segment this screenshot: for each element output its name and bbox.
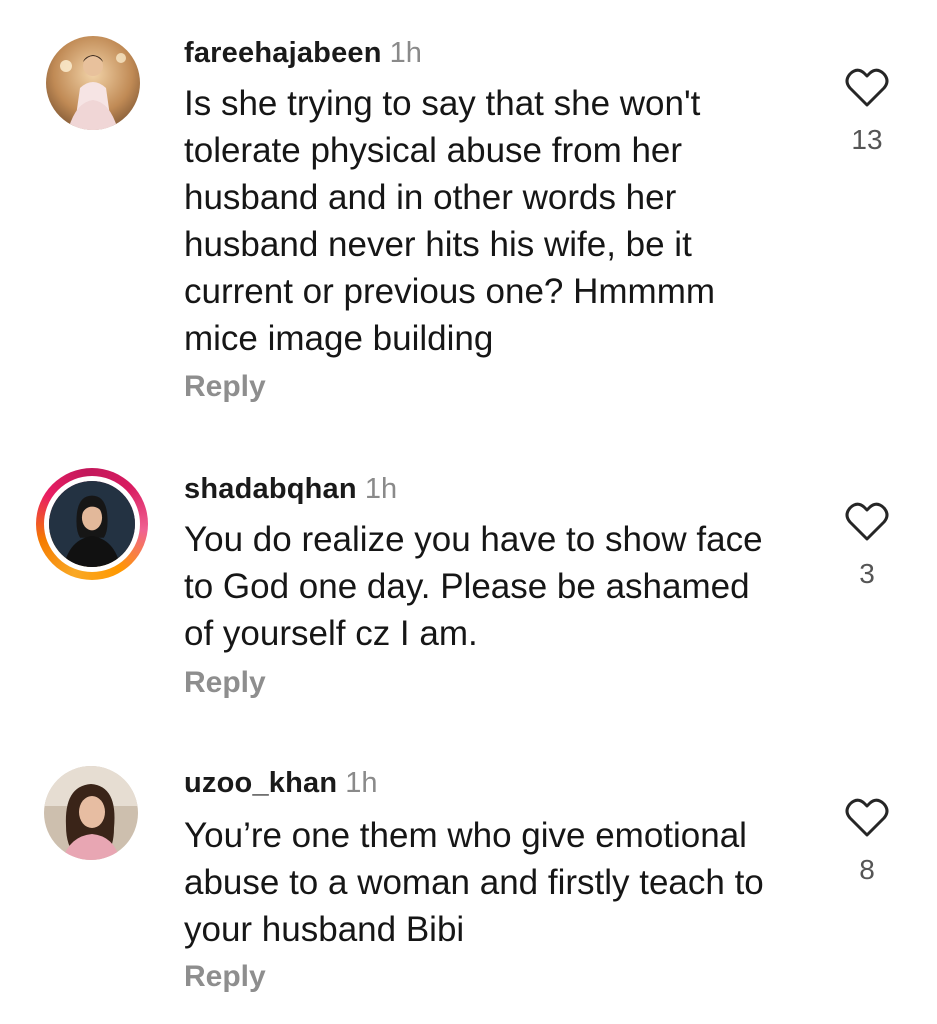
like-count: 8 — [859, 854, 875, 885]
avatar-story-ring[interactable] — [36, 468, 148, 580]
like-count: 3 — [859, 558, 875, 589]
reply-button[interactable]: Reply — [184, 666, 266, 700]
avatar-image — [46, 36, 140, 130]
comment-text: You do realize you have to show face to … — [184, 520, 763, 653]
comment-text: Is she trying to say that she won't tole… — [184, 84, 715, 358]
avatar[interactable] — [46, 36, 140, 130]
heart-outline-icon[interactable] — [842, 68, 892, 108]
like-control: 13 — [842, 68, 892, 156]
reply-button[interactable]: Reply — [184, 960, 266, 994]
comment-text: You’re one them who give emotional abuse… — [184, 816, 764, 949]
username[interactable]: shadabqhan — [184, 473, 357, 505]
heart-outline-icon[interactable] — [842, 502, 892, 542]
timestamp: 1h — [364, 473, 398, 505]
like-control: 8 — [842, 798, 892, 886]
avatar[interactable] — [44, 766, 138, 860]
comment-meta: fareehajabeen 1h — [184, 36, 422, 70]
comment-meta: shadabqhan 1h — [184, 472, 397, 506]
avatar-image — [44, 476, 140, 572]
timestamp: 1h — [345, 767, 378, 799]
reply-button[interactable]: Reply — [184, 370, 266, 404]
username[interactable]: fareehajabeen — [184, 37, 382, 69]
username[interactable]: uzoo_khan — [184, 767, 337, 799]
timestamp: 1h — [389, 37, 422, 69]
comment-meta: uzoo_khan 1h — [184, 766, 378, 800]
like-count: 13 — [851, 124, 883, 155]
like-control: 3 — [842, 502, 892, 590]
heart-outline-icon[interactable] — [842, 798, 892, 838]
avatar-image — [44, 766, 138, 860]
